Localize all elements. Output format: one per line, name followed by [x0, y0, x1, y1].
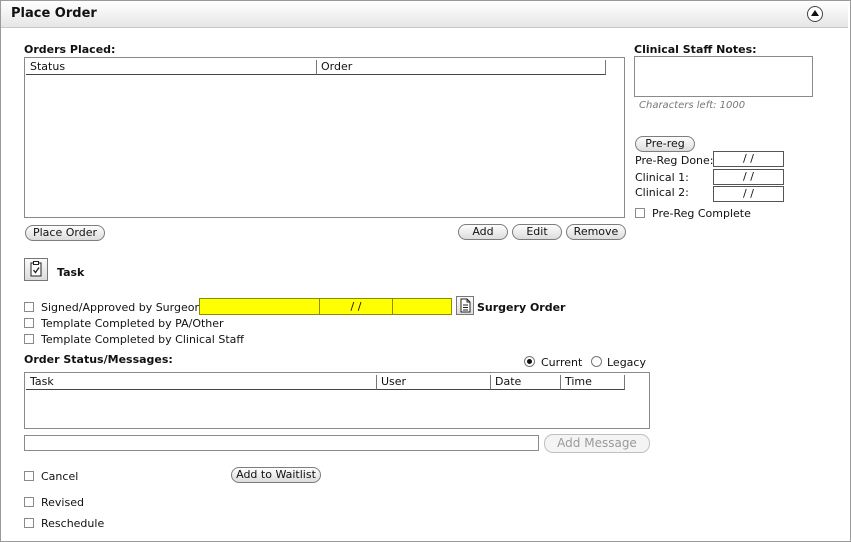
panel-header: Place Order: [1, 1, 848, 28]
clinical-notes-label: Clinical Staff Notes:: [634, 43, 757, 56]
revised-label: Revised: [41, 496, 84, 509]
template-clinical-checkbox[interactable]: [24, 334, 34, 344]
messages-column-task[interactable]: Task: [26, 375, 377, 390]
panel-title: Place Order: [11, 6, 97, 21]
remove-order-button[interactable]: Remove: [566, 224, 626, 240]
current-radio[interactable]: [524, 356, 535, 367]
order-status-messages-label: Order Status/Messages:: [24, 353, 173, 366]
place-order-button[interactable]: Place Order: [25, 225, 105, 241]
template-clinical-label: Template Completed by Clinical Staff: [41, 333, 244, 346]
orders-placed-label: Orders Placed:: [24, 43, 116, 56]
pre-reg-complete-label: Pre-Reg Complete: [652, 207, 751, 220]
pre-reg-done-label: Pre-Reg Done:: [635, 154, 714, 167]
task-label: Task: [57, 266, 85, 279]
cancel-checkbox[interactable]: [24, 471, 34, 481]
revised-checkbox[interactable]: [24, 497, 34, 507]
add-to-waitlist-button[interactable]: Add to Waitlist: [231, 467, 321, 483]
template-pa-label: Template Completed by PA/Other: [41, 317, 224, 330]
surgeon-sign-date[interactable]: / /: [319, 298, 393, 315]
clinical-1-label: Clinical 1:: [635, 171, 689, 184]
clinical-2-date[interactable]: / /: [713, 186, 784, 202]
pre-reg-button[interactable]: Pre-reg: [635, 136, 695, 152]
messages-column-time[interactable]: Time: [561, 375, 625, 390]
orders-grid[interactable]: Status Order: [24, 57, 625, 218]
surgeon-sign-time[interactable]: [392, 298, 452, 315]
document-icon[interactable]: [456, 296, 474, 315]
edit-order-button[interactable]: Edit: [512, 224, 562, 240]
chevron-up-circle-icon[interactable]: [807, 6, 823, 22]
surgeon-name-field[interactable]: [199, 298, 320, 315]
pre-reg-complete-checkbox[interactable]: [635, 208, 645, 218]
clinical-2-label: Clinical 2:: [635, 186, 689, 199]
template-pa-checkbox[interactable]: [24, 318, 34, 328]
messages-column-date[interactable]: Date: [491, 375, 561, 390]
signed-by-surgeon-label: Signed/Approved by Surgeon:: [41, 301, 206, 314]
reschedule-label: Reschedule: [41, 517, 105, 530]
reschedule-checkbox[interactable]: [24, 518, 34, 528]
surgery-order-label: Surgery Order: [477, 301, 566, 314]
messages-grid[interactable]: Task User Date Time: [24, 372, 650, 429]
legacy-radio-label: Legacy: [607, 356, 646, 369]
characters-left-text: Characters left: 1000: [639, 100, 746, 111]
message-input[interactable]: [24, 435, 539, 451]
orders-column-status[interactable]: Status: [26, 60, 317, 75]
signed-by-surgeon-checkbox[interactable]: [24, 302, 34, 312]
cancel-label: Cancel: [41, 470, 79, 483]
pre-reg-done-date[interactable]: / /: [713, 151, 784, 167]
add-message-button[interactable]: Add Message: [544, 434, 650, 453]
clipboard-check-icon[interactable]: [24, 258, 48, 281]
messages-column-user[interactable]: User: [377, 375, 491, 390]
orders-column-order[interactable]: Order: [317, 60, 606, 75]
clinical-notes-textarea[interactable]: [634, 56, 813, 97]
current-radio-label: Current: [541, 356, 583, 369]
legacy-radio[interactable]: [591, 356, 602, 367]
clinical-1-date[interactable]: / /: [713, 169, 784, 185]
add-order-button[interactable]: Add: [458, 224, 508, 240]
